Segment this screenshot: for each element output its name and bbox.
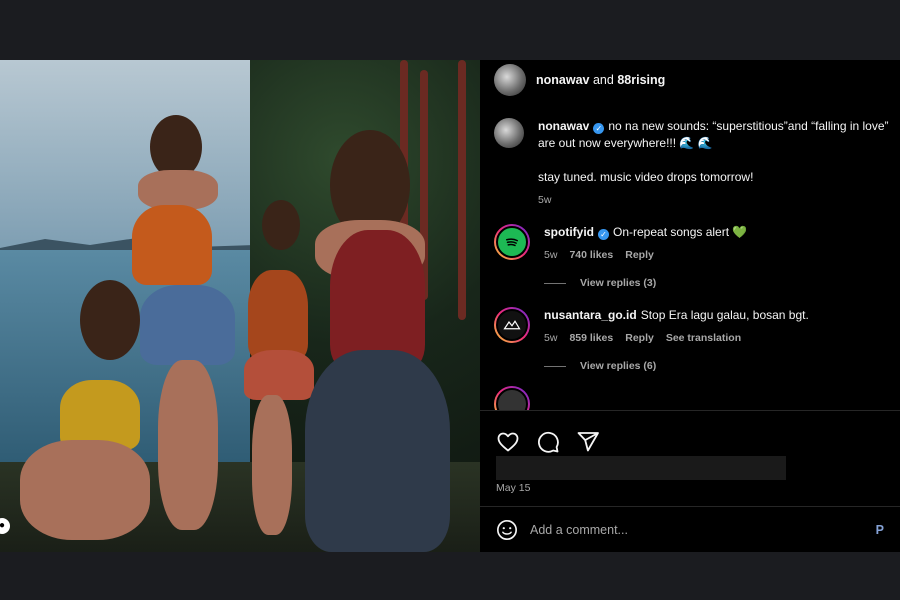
caption-body-2: stay tuned. music video drops tomorrow!: [538, 170, 754, 184]
view-replies-button[interactable]: View replies (3): [544, 277, 894, 289]
caption-text: nonawav ✓ no na new sounds: “superstitious…: [538, 118, 894, 152]
comment-item-partial: [494, 386, 894, 410]
comment-icon[interactable]: [536, 430, 560, 454]
photo-person-shoulders: [138, 170, 218, 210]
caption-time[interactable]: 5w: [538, 194, 551, 206]
view-replies-label: View replies (6): [580, 360, 657, 372]
comment-meta: 5w 740 likes Reply: [544, 249, 747, 261]
photo-person-legs: [20, 440, 150, 540]
photo-person-skirt: [140, 285, 235, 365]
photo-person-top: [132, 205, 212, 285]
comments-list[interactable]: nonawav ✓ no na new sounds: “superstitious…: [494, 118, 894, 410]
verified-icon: ✓: [598, 229, 609, 240]
post-header: nonawav and 88rising: [494, 64, 665, 96]
photo-person-legs: [252, 395, 292, 535]
comment-time[interactable]: 5w: [544, 332, 557, 344]
post-details-panel: nonawav and 88rising nonawav ✓ no na new s…: [480, 60, 900, 552]
post-container: ● nonawav and 88rising nonawav ✓ no na new…: [0, 60, 900, 552]
see-translation-button[interactable]: See translation: [666, 332, 741, 344]
post-authors: nonawav and 88rising: [536, 73, 665, 87]
emoji-icon[interactable]: [496, 519, 518, 541]
comment-item: nusantara_go.id Stop Era lagu galau, bosa…: [494, 307, 894, 344]
comment-avatar[interactable]: [494, 224, 530, 260]
view-replies-button[interactable]: View replies (6): [544, 360, 894, 372]
likes-summary-bar: [496, 456, 786, 480]
comment-likes[interactable]: 740 likes: [569, 249, 613, 261]
nusantara-logo-icon: [496, 309, 528, 341]
comment-username[interactable]: nusantara_go.id: [544, 308, 637, 322]
comment-text: spotifyid ✓ On-repeat songs alert 💚: [544, 224, 747, 241]
author-avatar[interactable]: [494, 64, 526, 96]
post-comment-button[interactable]: P: [876, 523, 884, 537]
photo-person-top: [330, 230, 425, 370]
divider: [544, 365, 566, 367]
caption-username[interactable]: nonawav: [538, 119, 589, 133]
comment-username[interactable]: spotifyid: [544, 225, 594, 239]
photo-person-legs: [158, 360, 218, 530]
verified-icon: ✓: [593, 123, 605, 134]
comment-text: nusantara_go.id Stop Era lagu galau, bosa…: [544, 307, 809, 324]
avatar-image: [496, 388, 528, 410]
spotify-logo-icon: [496, 226, 528, 258]
comment-avatar[interactable]: [494, 386, 530, 410]
view-replies-label: View replies (3): [580, 277, 657, 289]
comment-meta: 5w 859 likes Reply See translation: [544, 332, 809, 344]
share-icon[interactable]: [576, 430, 600, 454]
comment-avatar[interactable]: [494, 307, 530, 343]
reply-button[interactable]: Reply: [625, 249, 654, 261]
comment-input[interactable]: [530, 522, 864, 537]
photo-palm-trunk: [458, 60, 466, 320]
add-comment-bar: P: [480, 506, 900, 552]
reply-button[interactable]: Reply: [625, 332, 654, 344]
author-conjunction: and: [592, 73, 614, 87]
caption-avatar[interactable]: [494, 118, 524, 148]
photo-person-head: [262, 200, 300, 250]
photo-person-top: [248, 270, 308, 360]
comment-item: spotifyid ✓ On-repeat songs alert 💚 5w 740…: [494, 224, 894, 261]
photo-person-skirt: [244, 350, 314, 400]
comment-body: On-repeat songs alert 💚: [613, 225, 748, 239]
post-date[interactable]: May 15: [496, 482, 530, 494]
comment-body: Stop Era lagu galau, bosan bgt.: [640, 308, 809, 322]
author-username[interactable]: nonawav: [536, 73, 590, 87]
coauthor-username[interactable]: 88rising: [617, 73, 665, 87]
post-photo[interactable]: ●: [0, 60, 480, 552]
caption-meta: 5w: [538, 194, 894, 206]
caption: nonawav ✓ no na new sounds: “superstitious…: [494, 118, 894, 206]
photo-person-head: [80, 280, 140, 360]
comment-time[interactable]: 5w: [544, 249, 557, 261]
divider: [544, 282, 566, 284]
caption-body: no na new sounds: “superstitious”and “fa…: [538, 119, 889, 150]
comment-likes[interactable]: 859 likes: [569, 332, 613, 344]
heart-icon[interactable]: [496, 430, 520, 454]
photo-person-skirt: [305, 350, 450, 552]
